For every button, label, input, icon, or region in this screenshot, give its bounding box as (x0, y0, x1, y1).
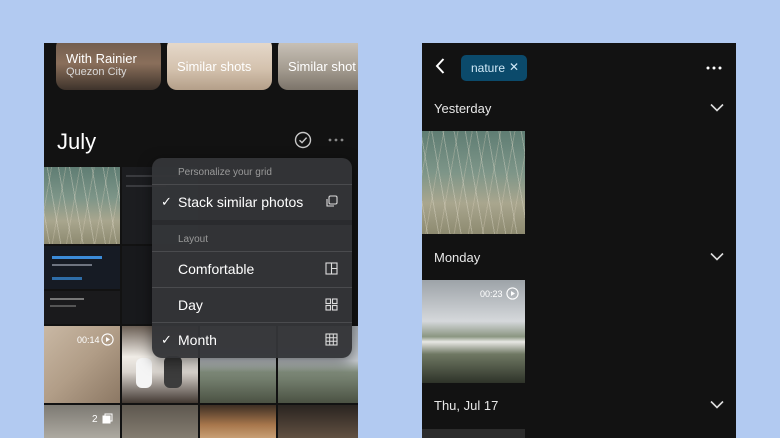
day-layout-icon (325, 298, 338, 311)
grid-options-menu: Personalize your grid ✓ Stack similar ph… (152, 158, 352, 358)
close-icon[interactable]: ✕ (509, 60, 519, 74)
stack-icon (102, 413, 113, 424)
search-results-screen: nature ✕ Yesterday Monday 00:23 Thu, Jul… (422, 43, 736, 438)
photo-thumbnail[interactable] (122, 246, 152, 324)
chevron-down-icon[interactable] (710, 400, 724, 409)
day-heading: Yesterday (434, 101, 492, 116)
album-card-similar-shot[interactable]: Similar shot (278, 43, 358, 90)
month-title: July (57, 129, 97, 154)
menu-divider (152, 184, 352, 185)
more-options-icon[interactable] (706, 66, 722, 70)
layout-option-day[interactable]: Day (152, 289, 352, 321)
grid-view-screen: With Rainier Quezon City Similar shots S… (44, 43, 358, 438)
day-heading: Thu, Jul 17 (434, 398, 499, 413)
check-icon: ✓ (161, 332, 172, 347)
layout-option-month[interactable]: ✓ Month (152, 324, 352, 356)
filter-chip[interactable]: nature ✕ (461, 55, 527, 81)
album-subtitle: Quezon City (66, 66, 127, 78)
menu-divider (152, 322, 352, 323)
photo-thumbnail[interactable] (422, 429, 525, 438)
play-icon (101, 333, 114, 346)
album-card-with-rainier[interactable]: With Rainier Quezon City (56, 43, 161, 90)
photo-thumbnail[interactable] (122, 405, 198, 438)
chevron-down-icon[interactable] (710, 252, 724, 261)
layout-option-comfortable[interactable]: Comfortable (152, 253, 352, 285)
stack-similar-photos-option[interactable]: ✓ Stack similar photos (152, 186, 352, 218)
play-icon (506, 287, 519, 300)
more-options-icon[interactable] (328, 138, 344, 142)
month-layout-icon (325, 333, 338, 346)
photo-thumbnail[interactable] (200, 405, 276, 438)
menu-divider (152, 287, 352, 288)
video-thumbnail[interactable]: 00:14 (44, 326, 120, 403)
screenshot-thumbnail[interactable] (44, 291, 120, 324)
comfortable-layout-icon (325, 262, 338, 275)
album-title: Similar shot (288, 59, 356, 74)
stack-count: 2 (92, 414, 98, 425)
menu-item-label: Month (178, 332, 217, 348)
video-thumbnail[interactable]: 00:23 (422, 280, 525, 383)
video-duration: 00:23 (480, 289, 503, 299)
stacked-photo-thumbnail[interactable]: 2 (44, 405, 120, 438)
stack-similar-icon (326, 195, 338, 207)
menu-section-label: Personalize your grid (178, 167, 272, 178)
menu-section-label: Layout (178, 234, 209, 245)
menu-item-label: Stack similar photos (178, 194, 304, 210)
album-card-similar-shots[interactable]: Similar shots (167, 43, 272, 90)
photo-thumbnail[interactable] (278, 405, 358, 438)
select-check-icon[interactable] (294, 131, 312, 149)
album-title: Similar shots (177, 59, 252, 74)
check-icon: ✓ (161, 194, 172, 209)
screenshot-thumbnail[interactable] (44, 246, 120, 289)
album-title: With Rainier (66, 51, 137, 66)
menu-divider (152, 220, 352, 225)
filter-chip-label: nature (471, 61, 506, 75)
menu-item-label: Day (178, 297, 203, 313)
photo-thumbnail[interactable] (44, 167, 120, 244)
video-duration: 00:14 (77, 335, 100, 345)
photo-thumbnail[interactable] (422, 131, 525, 234)
chevron-down-icon[interactable] (710, 103, 724, 112)
menu-divider (152, 251, 352, 252)
back-arrow-icon[interactable] (434, 57, 446, 75)
menu-item-label: Comfortable (178, 261, 255, 277)
day-heading: Monday (434, 250, 481, 265)
